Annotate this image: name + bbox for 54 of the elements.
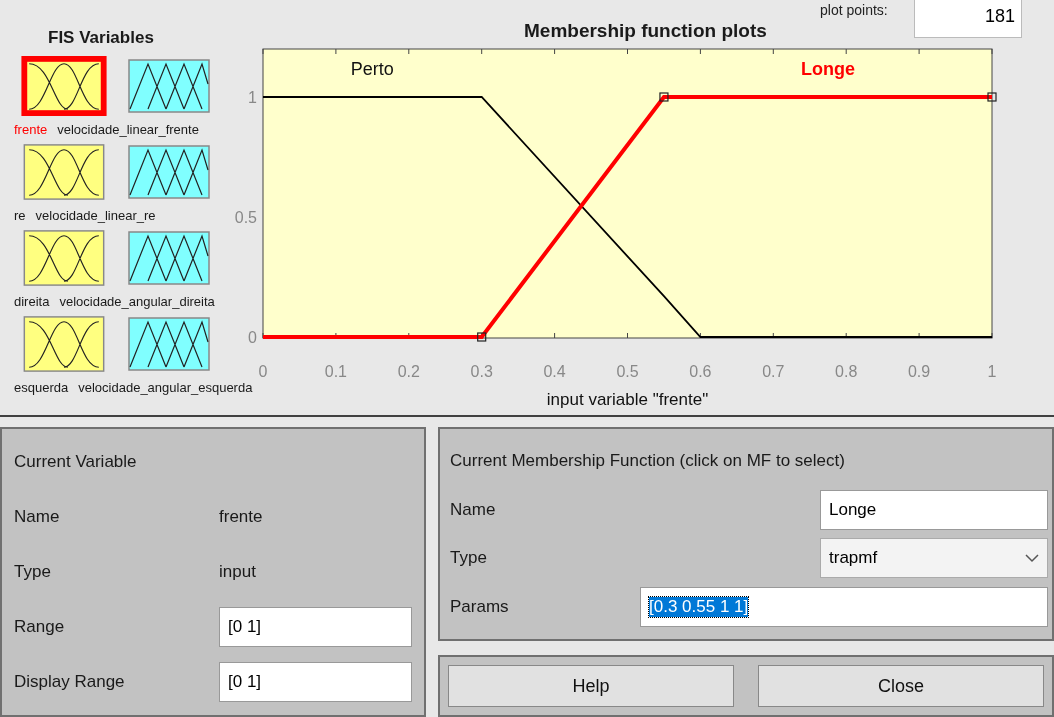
variable-label: velocidade_linear_frente — [57, 121, 199, 137]
x-tick-label: 0.5 — [616, 363, 639, 380]
field-label: Display Range — [14, 671, 126, 692]
mf-label[interactable]: Longe — [800, 59, 855, 79]
x-tick-label: 0 — [258, 363, 268, 380]
x-tick-label: 0.1 — [324, 363, 348, 380]
y-tick-label: 0.5 — [234, 209, 257, 226]
help-button[interactable]: Help — [448, 665, 734, 707]
plot-title: Membership function plots — [524, 20, 767, 42]
membership-function-drawing[interactable] — [262, 92, 997, 342]
params-field[interactable]: [0.3 0.55 1 1] — [640, 586, 1048, 627]
x-tick-label: 1 — [987, 363, 997, 380]
panel-title: FIS Variables — [48, 28, 155, 48]
output-variable-icon[interactable] — [128, 145, 210, 199]
variable-label: velocidade_angular_esquerda — [78, 379, 253, 395]
display-range-field[interactable]: [0 1] — [219, 661, 412, 702]
x-tick-label: 0.9 — [907, 363, 931, 380]
x-tick-label: 0.4 — [543, 363, 566, 380]
y-tick-label: 1 — [248, 89, 257, 106]
plot-points-field[interactable]: 181 — [914, 0, 1022, 38]
variable-label: velocidade_angular_direita — [59, 293, 215, 309]
mf-type-dropdown[interactable]: trapmf — [820, 538, 1048, 579]
close-button[interactable]: Close — [758, 665, 1044, 707]
panel-title: Current Membership Function (click on MF to select) — [450, 451, 846, 472]
field-label: Name — [14, 507, 61, 528]
output-variable-icon[interactable] — [128, 231, 210, 285]
y-tick-label: 0 — [248, 329, 257, 346]
x-axis-label: input variable "frente" — [546, 390, 709, 409]
x-tick-label: 0.7 — [762, 363, 785, 380]
panel-title: Current Variable — [14, 452, 138, 473]
variable-label: velocidade_linear_re — [35, 207, 156, 223]
output-variable-icon[interactable] — [128, 59, 210, 113]
variable-label: frente — [14, 121, 48, 137]
variable-label: direita — [14, 293, 50, 309]
chevron-icon — [1025, 553, 1039, 563]
input-variable-icon[interactable] — [20, 56, 108, 116]
mf-label[interactable]: Perto — [350, 59, 394, 79]
mf-name-field[interactable]: Longe — [820, 489, 1048, 530]
x-tick-label: 0.6 — [689, 363, 712, 380]
x-tick-label: 0.3 — [470, 363, 493, 380]
variable-label: re — [14, 207, 26, 223]
x-tick-label: 0.8 — [835, 363, 858, 380]
plot-points-label: plot points: — [820, 2, 888, 18]
output-variable-icon[interactable] — [128, 317, 210, 371]
x-tick-label: 0.2 — [397, 363, 420, 380]
variable-type: input — [219, 562, 257, 582]
range-field[interactable]: [0 1] — [219, 606, 412, 647]
variable-name: frente — [219, 507, 264, 528]
variable-label: esquerda — [14, 379, 69, 395]
field-label: Name — [450, 499, 497, 520]
field-label: Type — [450, 548, 488, 569]
field-label: Params — [450, 596, 510, 617]
field-label: Range — [14, 616, 66, 637]
field-label: Type — [14, 562, 52, 582]
